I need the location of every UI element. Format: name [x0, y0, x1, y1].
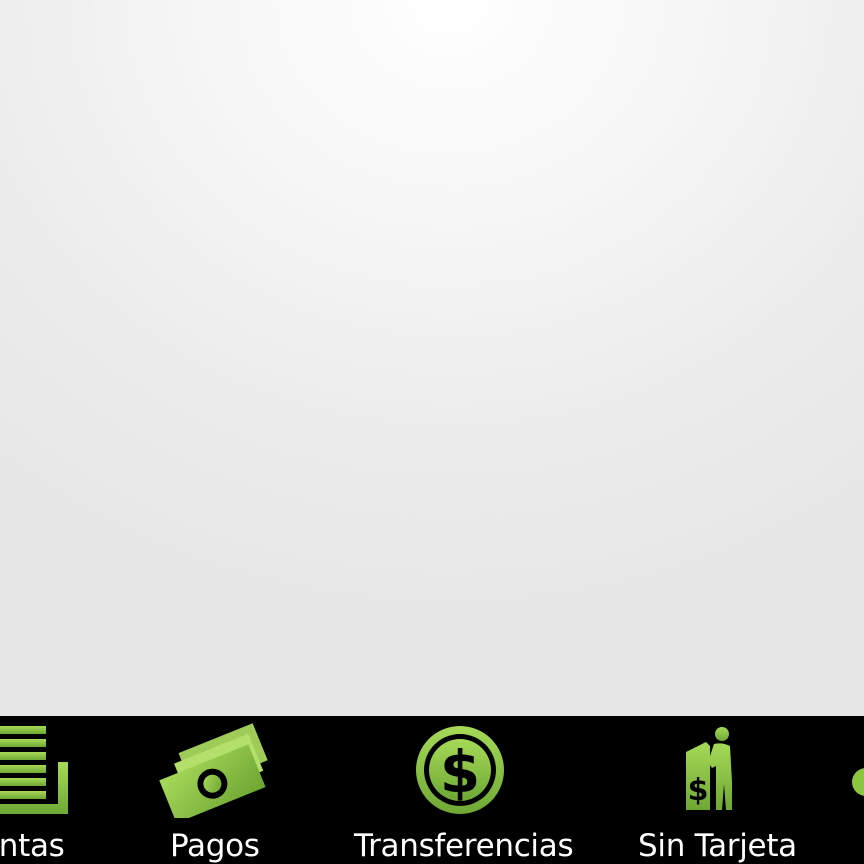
main-content-area	[0, 0, 864, 716]
atm-person-icon: $	[686, 727, 732, 810]
dollar-circle-icon: $	[416, 726, 504, 814]
tab-label-transferencias: Transferencias	[354, 828, 574, 864]
tab-cuentas[interactable]: entas	[0, 716, 90, 864]
bottom-tab-bar: entas Pagos	[0, 716, 864, 864]
svg-text:$: $	[440, 738, 480, 806]
tab-label-pagos: Pagos	[170, 828, 260, 864]
tab-transferencias[interactable]: $ Transferencias	[352, 716, 574, 864]
tab-label-sin-tarjeta: Sin Tarjeta	[638, 828, 797, 864]
tab-label-cuentas: entas	[0, 828, 65, 864]
tab-sin-tarjeta[interactable]: $ Sin Tarjeta	[634, 716, 804, 864]
tab-more[interactable]	[846, 716, 864, 864]
list-stack-icon	[0, 726, 68, 814]
svg-text:$: $	[688, 773, 709, 808]
app-screen: entas Pagos	[0, 0, 864, 864]
partial-circle-icon	[852, 768, 864, 796]
tab-pagos[interactable]: Pagos	[148, 716, 288, 864]
money-bill-icon	[159, 723, 268, 818]
